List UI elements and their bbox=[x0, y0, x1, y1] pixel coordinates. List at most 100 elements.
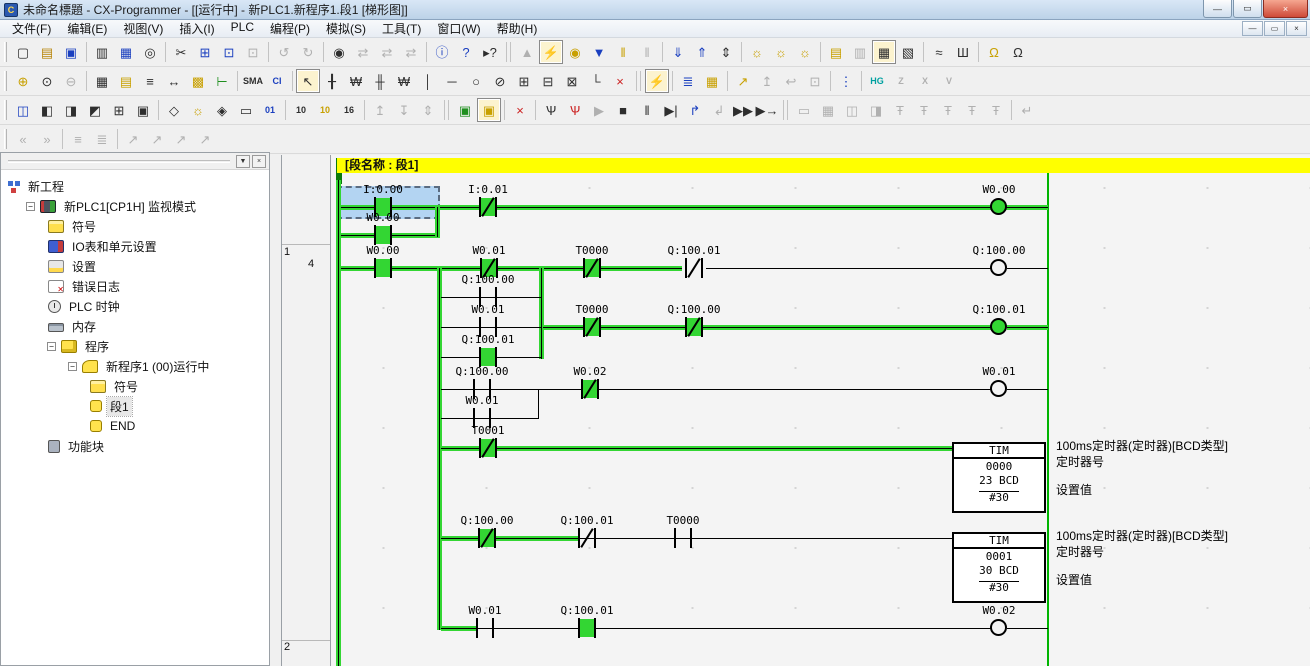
nc-contact-I:0.01[interactable] bbox=[476, 197, 500, 217]
operand-label: Q:100.00 bbox=[973, 244, 1026, 257]
instruction-annotation: 定时器号 bbox=[1056, 453, 1104, 470]
operand-label: Q:100.01 bbox=[668, 244, 721, 257]
instruction-preset: #30 bbox=[954, 582, 1044, 594]
contact-bar-left bbox=[685, 317, 687, 337]
nc-slash bbox=[580, 528, 593, 548]
rung-number: 2 bbox=[284, 641, 290, 653]
nc-contact-T0000[interactable] bbox=[580, 258, 604, 278]
contact-bar-left bbox=[674, 528, 676, 548]
power-flow-fill bbox=[580, 619, 594, 637]
operand-label: T0000 bbox=[666, 514, 699, 527]
operand-label: T0001 bbox=[471, 424, 504, 437]
contact-bar-left bbox=[578, 528, 580, 548]
no-contact-W0.00[interactable] bbox=[371, 258, 395, 278]
nc-contact-W0.02[interactable] bbox=[578, 379, 602, 399]
no-contact-T0000[interactable] bbox=[671, 528, 695, 548]
wire bbox=[1007, 268, 1048, 269]
contact-bar-right bbox=[599, 317, 601, 337]
operand-label: T0000 bbox=[575, 244, 608, 257]
operand-label: W0.00 bbox=[366, 211, 399, 224]
operand-label: Q:100.01 bbox=[973, 303, 1026, 316]
instruction-annotation: 100ms定时器(定时器)[BCD类型] bbox=[1056, 527, 1228, 544]
wire bbox=[435, 207, 440, 237]
wire bbox=[1007, 325, 1048, 330]
coil-Q:100.01[interactable] bbox=[990, 318, 1007, 335]
nc-contact-T0000[interactable] bbox=[580, 317, 604, 337]
coil-Q:100.00[interactable] bbox=[990, 259, 1007, 276]
operand-label: Q:100.00 bbox=[461, 514, 514, 527]
coil-W0.02[interactable] bbox=[990, 619, 1007, 636]
instruction-operand: 30 BCD bbox=[954, 565, 1044, 577]
rung-number: 4 bbox=[308, 258, 314, 270]
operand-label: I:0.01 bbox=[468, 183, 508, 196]
contact-bar-left bbox=[374, 258, 376, 278]
contact-bar-left bbox=[374, 225, 376, 245]
operand-label: Q:100.00 bbox=[456, 365, 509, 378]
wire bbox=[441, 389, 991, 390]
instruction-operand: 0000 bbox=[954, 461, 1044, 473]
contact-bar-right bbox=[495, 347, 497, 367]
instruction-operand: 23 BCD bbox=[954, 475, 1044, 487]
no-contact-Q:100.01[interactable] bbox=[575, 618, 599, 638]
contact-bar-left bbox=[479, 438, 481, 458]
coil-W0.00[interactable] bbox=[990, 198, 1007, 215]
wire bbox=[441, 446, 952, 451]
operand-label: W0.01 bbox=[471, 303, 504, 316]
no-contact-W0.01[interactable] bbox=[473, 618, 497, 638]
no-contact-W0.00[interactable] bbox=[371, 225, 395, 245]
contact-bar-right bbox=[390, 225, 392, 245]
operand-label: W0.00 bbox=[366, 244, 399, 257]
nc-contact-T0001[interactable] bbox=[476, 438, 500, 458]
operand-label: T0000 bbox=[575, 303, 608, 316]
nc-contact-Q:100.01[interactable] bbox=[575, 528, 599, 548]
wire bbox=[1007, 389, 1048, 390]
wire bbox=[578, 538, 952, 539]
contact-bar-left bbox=[583, 317, 585, 337]
contact-bar-left bbox=[479, 347, 481, 367]
power-flow-fill bbox=[376, 259, 390, 277]
operand-label: Q:100.00 bbox=[462, 273, 515, 286]
operand-label: I:0.00 bbox=[363, 183, 403, 196]
nc-slash bbox=[687, 258, 700, 278]
operand-label: Q:100.01 bbox=[462, 333, 515, 346]
operand-label: W0.00 bbox=[982, 183, 1015, 196]
instruction-annotation: 设置值 bbox=[1056, 481, 1092, 498]
contact-bar-right bbox=[494, 528, 496, 548]
operand-label: Q:100.01 bbox=[561, 514, 614, 527]
power-flow-fill bbox=[481, 348, 495, 366]
operand-label: W0.01 bbox=[468, 604, 501, 617]
nc-contact-Q:100.00[interactable] bbox=[475, 528, 499, 548]
rung-number: 1 bbox=[284, 246, 290, 258]
bus-bar bbox=[1047, 173, 1049, 666]
instruction-operand: 0001 bbox=[954, 551, 1044, 563]
contact-bar-right bbox=[594, 528, 596, 548]
operand-label: W0.01 bbox=[472, 244, 505, 257]
operand-label: Q:100.00 bbox=[668, 303, 721, 316]
instruction-annotation: 设置值 bbox=[1056, 571, 1092, 588]
contact-bar-right bbox=[594, 618, 596, 638]
wire bbox=[706, 268, 991, 269]
contact-bar-right bbox=[495, 197, 497, 217]
contact-bar-right bbox=[495, 438, 497, 458]
coil-W0.01[interactable] bbox=[990, 380, 1007, 397]
instruction-preset: #30 bbox=[954, 492, 1044, 504]
contact-bar-right bbox=[701, 317, 703, 337]
contact-bar-left bbox=[583, 258, 585, 278]
wire bbox=[336, 180, 341, 666]
wire bbox=[539, 268, 544, 359]
contact-bar-left bbox=[685, 258, 687, 278]
contact-bar-left bbox=[581, 379, 583, 399]
instruction-title: TIM bbox=[954, 534, 1044, 549]
contact-bar-right bbox=[690, 528, 692, 548]
wire bbox=[543, 325, 991, 330]
wire bbox=[341, 205, 1048, 210]
no-contact-Q:100.01[interactable] bbox=[476, 347, 500, 367]
instruction-title: TIM bbox=[954, 444, 1044, 459]
contact-bar-right bbox=[492, 618, 494, 638]
contact-bar-right bbox=[597, 379, 599, 399]
instruction-annotation: 定时器号 bbox=[1056, 543, 1104, 560]
tim-instruction-1[interactable]: TIM 0000 23 BCD #30 bbox=[952, 442, 1046, 513]
nc-contact-Q:100.00[interactable] bbox=[682, 317, 706, 337]
tim-instruction-2[interactable]: TIM 0001 30 BCD #30 bbox=[952, 532, 1046, 603]
nc-contact-Q:100.01[interactable] bbox=[682, 258, 706, 278]
